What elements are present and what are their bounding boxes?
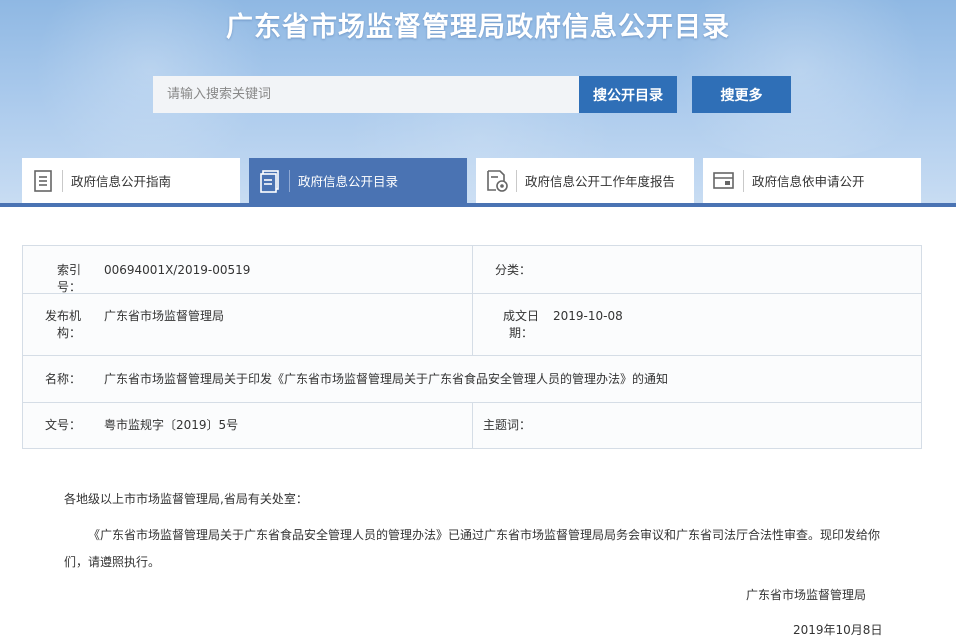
tab-label: 政府信息公开目录	[298, 174, 399, 189]
application-icon	[711, 168, 737, 194]
tab-separator	[743, 169, 744, 192]
search-catalog-button[interactable]: 搜公开目录	[579, 76, 677, 113]
column-divider	[472, 403, 473, 449]
name-value: 广东省市场监督管理局关于印发《广东省市场监督管理局关于广东省食品安全管理人员的管…	[104, 372, 669, 386]
tab-separator	[516, 169, 517, 192]
tab-annual-report[interactable]: 政府信息公开工作年度报告	[476, 158, 694, 203]
search-input[interactable]	[153, 76, 579, 113]
document-date: 2019年10月8日	[793, 623, 883, 637]
page-header: 广东省市场监督管理局政府信息公开目录 搜公开目录 搜更多 政府信息公开指南	[0, 0, 956, 207]
docno-value: 粤市监规字〔2019〕5号	[104, 418, 239, 432]
salutation: 各地级以上市市场监督管理局,省局有关处室：	[64, 492, 308, 506]
category-label: 分类：	[494, 263, 531, 277]
column-divider	[472, 246, 473, 293]
meta-row: 索引号： 00694001X/2019-00519 分类：	[23, 246, 921, 294]
tab-label: 政府信息公开指南	[71, 174, 172, 189]
tab-request-disclosure[interactable]: 政府信息依申请公开	[703, 158, 921, 203]
tab-label: 政府信息依申请公开	[752, 174, 865, 189]
header-underline	[0, 203, 956, 207]
body-paragraph-cont: 们，请遵照执行。	[64, 555, 161, 569]
subject-label: 主题词：	[483, 418, 532, 432]
document-metadata-table: 索引号： 00694001X/2019-00519 分类： 发布机 构： 广东省…	[22, 245, 922, 449]
catalog-icon	[257, 168, 283, 194]
signature: 广东省市场监督管理局	[746, 588, 867, 602]
meta-row: 发布机 构： 广东省市场监督管理局 成文日 期： 2019-10-08	[23, 294, 921, 356]
date-label-cont: 期：	[508, 326, 533, 340]
issuer-value: 广东省市场监督管理局	[104, 309, 225, 323]
docno-label: 文号：	[44, 418, 81, 432]
name-label: 名称：	[44, 372, 81, 386]
issuer-label-cont: 构：	[56, 326, 81, 340]
date-label: 成文日	[502, 309, 539, 323]
search-more-button[interactable]: 搜更多	[692, 76, 791, 113]
tab-disclosure-catalog[interactable]: 政府信息公开目录	[249, 158, 467, 203]
tab-separator	[62, 169, 63, 192]
issuer-label: 发布机	[44, 309, 81, 323]
meta-row: 文号： 粤市监规字〔2019〕5号 主题词：	[23, 403, 921, 449]
index-label: 索引号：	[56, 263, 81, 294]
body-paragraph: 《广东省市场监督管理局关于广东省食品安全管理人员的管理办法》已通过广东省市场监督…	[88, 528, 881, 542]
tab-separator	[289, 169, 290, 192]
column-divider	[472, 294, 473, 355]
document-list-icon	[30, 168, 56, 194]
date-value: 2019-10-08	[553, 309, 623, 323]
tab-disclosure-guide[interactable]: 政府信息公开指南	[22, 158, 240, 203]
meta-row: 名称： 广东省市场监督管理局关于印发《广东省市场监督管理局关于广东省食品安全管理…	[23, 356, 921, 403]
index-value: 00694001X/2019-00519	[104, 263, 251, 277]
report-icon	[484, 168, 510, 194]
site-title: 广东省市场监督管理局政府信息公开目录	[226, 12, 730, 43]
tab-label: 政府信息公开工作年度报告	[525, 174, 676, 189]
